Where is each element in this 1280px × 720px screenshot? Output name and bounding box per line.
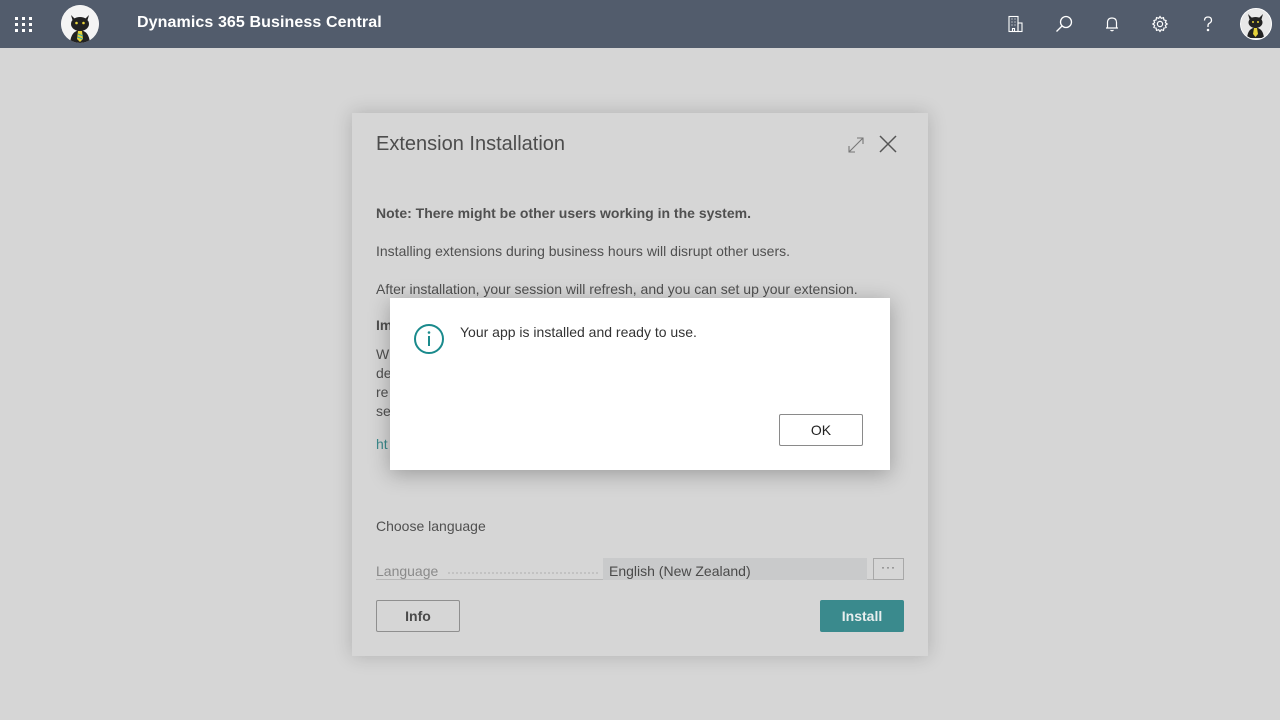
info-icon	[413, 323, 445, 355]
message-text: Your app is installed and ready to use.	[460, 324, 697, 340]
language-input[interactable]: English (New Zealand)	[603, 558, 867, 580]
obscured-line: re	[376, 384, 389, 400]
bell-icon[interactable]	[1100, 12, 1124, 36]
waffle-icon[interactable]	[14, 14, 34, 34]
obscured-line: se	[376, 403, 391, 419]
app-title[interactable]: Dynamics 365 Business Central	[137, 14, 382, 32]
obscured-line: W	[376, 346, 390, 362]
message-box: Your app is installed and ready to use. …	[390, 298, 890, 470]
note-text: Note: There might be other users working…	[376, 205, 751, 221]
top-bar: Dynamics 365 Business Central	[0, 0, 1280, 48]
obscured-link[interactable]: ht	[376, 436, 388, 452]
info-button[interactable]: Info	[376, 600, 460, 632]
language-lookup-button[interactable]: ···	[873, 558, 904, 580]
dialog-title: Extension Installation	[376, 133, 566, 155]
gear-icon[interactable]	[1148, 12, 1172, 36]
install-button[interactable]: Install	[820, 600, 904, 632]
paragraph-business-hours: Installing extensions during business ho…	[376, 243, 790, 259]
expand-icon[interactable]	[846, 135, 866, 155]
field-leader-dots	[448, 572, 598, 574]
close-icon[interactable]	[877, 133, 899, 155]
help-icon[interactable]	[1196, 12, 1220, 36]
ok-button[interactable]: OK	[779, 414, 863, 446]
company-icon[interactable]	[1003, 12, 1027, 36]
paragraph-after-installation: After installation, your session will re…	[376, 281, 858, 297]
choose-language-label: Choose language	[376, 518, 486, 534]
search-icon[interactable]	[1052, 12, 1076, 36]
language-field: Language English (New Zealand) ···	[376, 558, 904, 580]
company-logo[interactable]	[61, 5, 99, 43]
user-avatar[interactable]	[1240, 8, 1272, 40]
language-label: Language	[376, 563, 439, 579]
